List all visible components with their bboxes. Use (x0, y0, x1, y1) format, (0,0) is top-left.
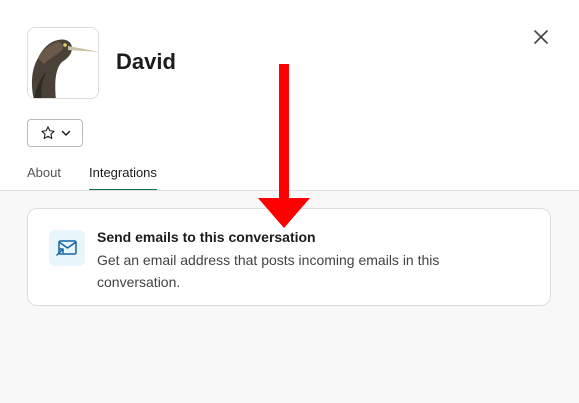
profile-header: David About Integrations (0, 0, 579, 191)
send-emails-card[interactable]: Send emails to this conversation Get an … (27, 208, 551, 306)
close-icon (534, 30, 548, 44)
chevron-down-icon (61, 130, 70, 136)
star-dropdown-button[interactable] (27, 119, 83, 147)
tab-integrations[interactable]: Integrations (88, 165, 157, 191)
tab-about[interactable]: About (27, 165, 61, 191)
star-icon (40, 126, 55, 139)
card-description: Get an email address that posts incoming… (97, 252, 440, 290)
card-title: Send emails to this conversation (97, 229, 316, 245)
close-button[interactable] (528, 24, 554, 50)
tab-bar: About Integrations (27, 165, 157, 191)
heron-photo-icon (28, 28, 98, 98)
email-forward-icon (49, 230, 85, 266)
avatar[interactable] (27, 27, 99, 99)
profile-name: David (116, 49, 176, 74)
